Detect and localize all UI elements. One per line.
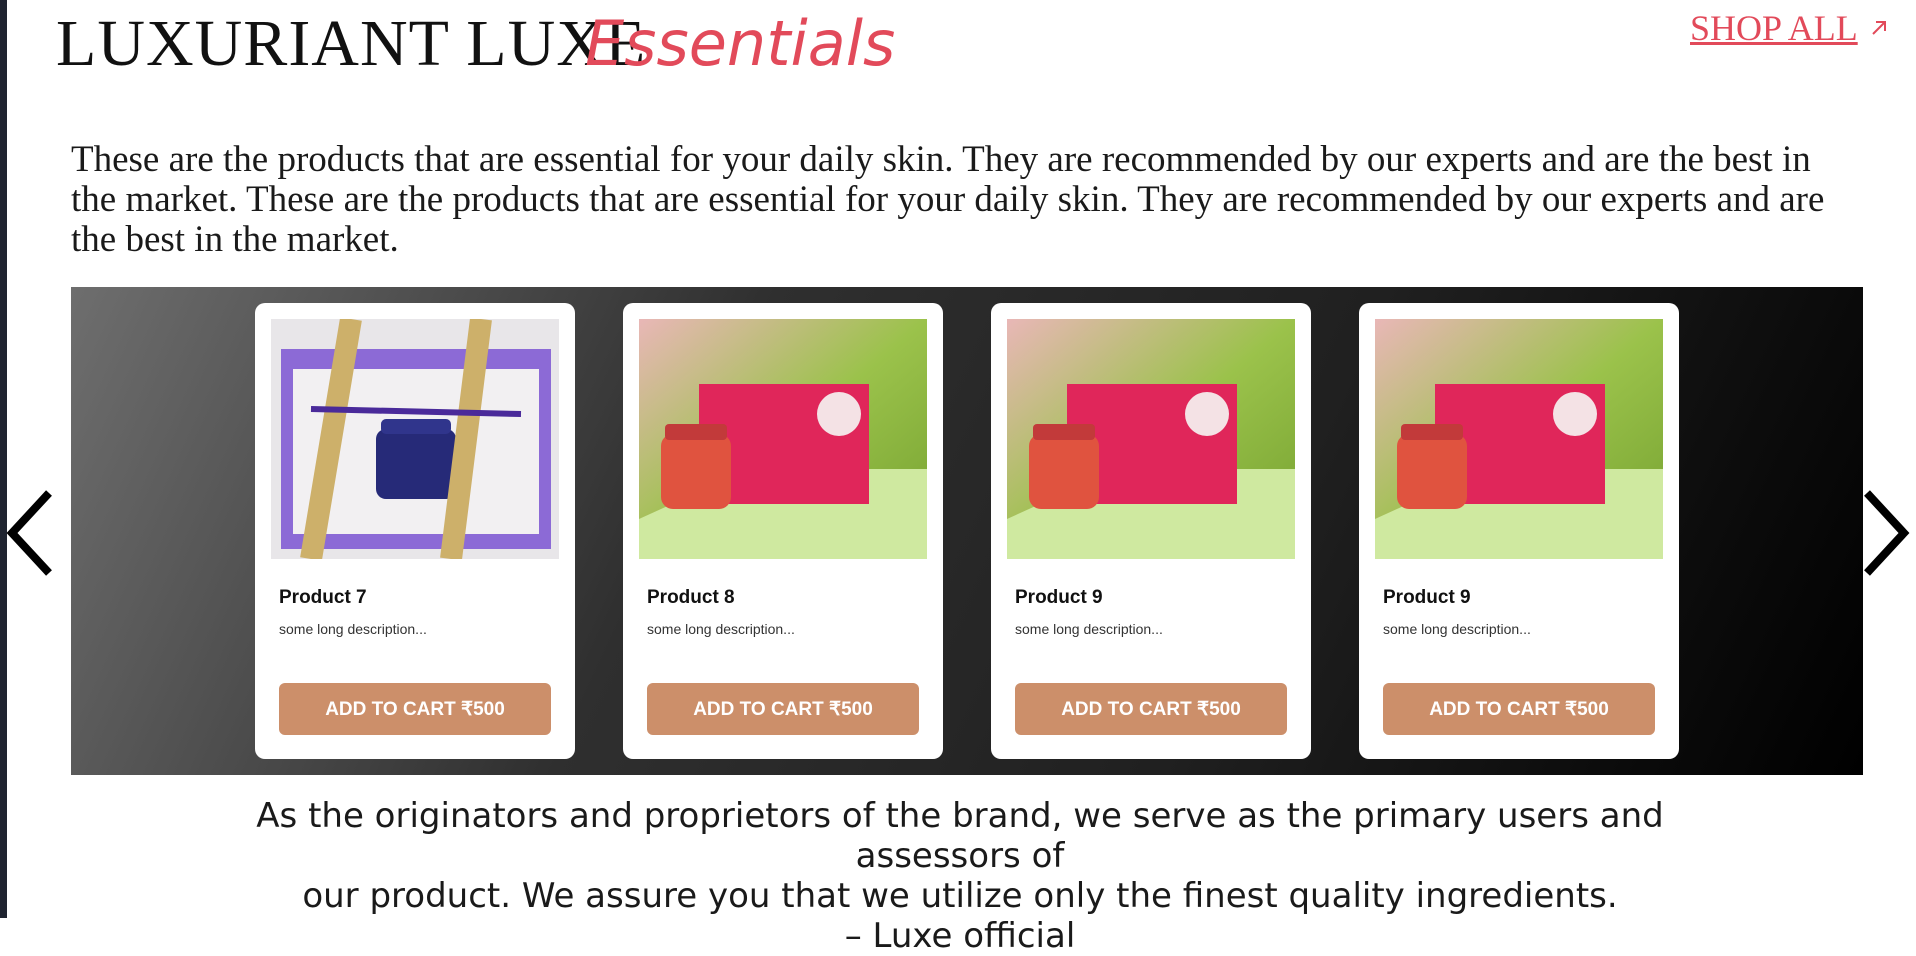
- add-to-cart-button[interactable]: ADD TO CART ₹500: [647, 683, 919, 735]
- product-description: some long description...: [1383, 621, 1531, 637]
- product-title: Product 9: [1015, 587, 1103, 608]
- add-to-cart-button[interactable]: ADD TO CART ₹500: [1015, 683, 1287, 735]
- arrow-up-right-icon: [1871, 21, 1886, 35]
- add-to-cart-button[interactable]: ADD TO CART ₹500: [1383, 683, 1655, 735]
- chevron-left-icon: [6, 490, 52, 576]
- product-description: some long description...: [279, 621, 427, 637]
- product-title: Product 8: [647, 587, 735, 608]
- brand-title: LUXURIANT LUXE: [56, 7, 647, 80]
- carousel-prev-button[interactable]: [4, 488, 54, 578]
- product-card: Product 9 some long description... ADD T…: [991, 303, 1311, 759]
- product-card: Product 7 some long description... ADD T…: [255, 303, 575, 759]
- product-image[interactable]: [271, 319, 559, 559]
- product-description: some long description...: [647, 621, 795, 637]
- product-card: Product 9 some long description... ADD T…: [1359, 303, 1679, 759]
- intro-text: These are the products that are essentia…: [71, 139, 1825, 260]
- add-to-cart-button[interactable]: ADD TO CART ₹500: [279, 683, 551, 735]
- product-image[interactable]: [1375, 319, 1663, 559]
- product-description: some long description...: [1015, 621, 1163, 637]
- left-edge-strip: [0, 0, 7, 918]
- product-image[interactable]: [1007, 319, 1295, 559]
- brand-accent-title: Essentials: [585, 7, 896, 80]
- product-title: Product 7: [279, 587, 367, 608]
- quote-line-1: As the originators and proprietors of th…: [256, 796, 1664, 876]
- quote-author: – Luxe official: [844, 916, 1076, 956]
- shop-all-link[interactable]: SHOP ALL: [1690, 6, 1890, 50]
- product-carousel: Product 7 some long description... ADD T…: [71, 287, 1863, 775]
- brand-quote: As the originators and proprietors of th…: [200, 796, 1720, 956]
- product-card: Product 8 some long description... ADD T…: [623, 303, 943, 759]
- carousel-next-button[interactable]: [1862, 488, 1912, 578]
- quote-line-2: our product. We assure you that we utili…: [302, 876, 1618, 916]
- shop-all-label: SHOP ALL: [1690, 8, 1858, 48]
- chevron-right-icon: [1864, 490, 1910, 576]
- product-image[interactable]: [639, 319, 927, 559]
- product-title: Product 9: [1383, 587, 1471, 608]
